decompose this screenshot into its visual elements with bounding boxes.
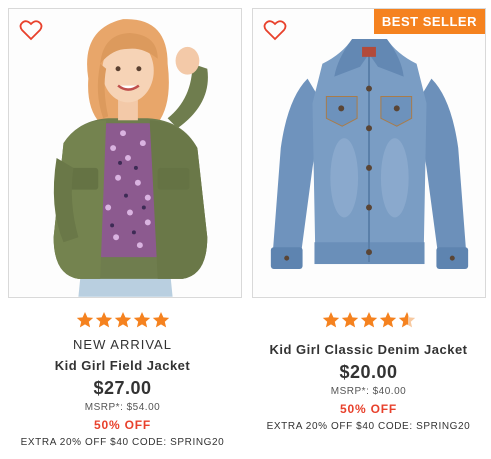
discount-label: 50% OFF [94,418,151,432]
denim-jacket-image [253,9,485,297]
rating-stars [246,311,491,329]
girl-field-jacket-image [9,9,241,297]
product-name-link[interactable]: Kid Girl Field Jacket [0,358,245,373]
best-seller-badge: BEST SELLER [373,9,485,34]
promo-code-text: EXTRA 20% OFF $40 CODE: SPRING20 [266,421,471,432]
msrp-price: MSRP*: $54.00 [84,402,161,413]
sale-price: $27.00 [93,378,152,398]
product-image-denim-jacket[interactable]: BEST SELLER [252,8,486,298]
product-card-field-jacket[interactable]: NEW ARRIVAL Kid Girl Field Jacket $27.00… [0,0,245,459]
sale-price: $20.00 [339,362,398,382]
new-arrival-label: NEW ARRIVAL [73,337,172,352]
msrp-price: MSRP*: $40.00 [330,386,407,397]
promo-code-text: EXTRA 20% OFF $40 CODE: SPRING20 [20,437,225,448]
star-rating-icon [76,312,169,328]
product-name-link[interactable]: Kid Girl Classic Denim Jacket [246,342,491,357]
product-card-denim-jacket[interactable]: BEST SELLER Kid Girl Classic Denim Jacke… [246,0,491,459]
discount-label: 50% OFF [340,402,397,416]
rating-stars [0,311,245,329]
favorite-heart-icon[interactable] [19,19,43,41]
star-rating-icon [322,312,415,328]
product-image-field-jacket[interactable] [8,8,242,298]
favorite-heart-icon[interactable] [263,19,287,41]
